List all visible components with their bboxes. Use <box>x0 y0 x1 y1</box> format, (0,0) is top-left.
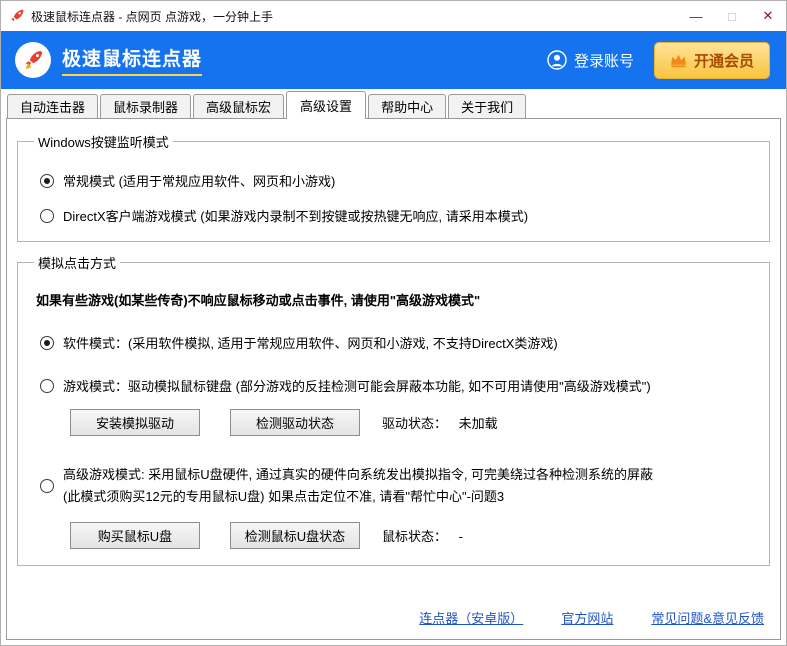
driver-status: 驱动状态： 未加载 <box>382 413 498 432</box>
app-header: 极速鼠标连点器 登录账号 <box>1 31 786 89</box>
app-window: 极速鼠标连点器 - 点网页 点游戏，一分钟上手 — □ ✕ 极速鼠标连点器 <box>0 0 787 646</box>
buy-mouse-usb-button[interactable]: 购买鼠标U盘 <box>70 522 200 549</box>
titlebar-left: 极速鼠标连点器 - 点网页 点游戏，一分钟上手 <box>9 8 273 25</box>
crown-icon <box>670 53 687 68</box>
login-label: 登录账号 <box>574 50 634 71</box>
tab-mouse-recorder[interactable]: 鼠标录制器 <box>100 94 191 118</box>
vip-label: 开通会员 <box>694 50 754 71</box>
radio-icon <box>40 336 54 350</box>
radio-normal-mode[interactable]: 常规模式 (适用于常规应用软件、网页和小游戏) <box>40 171 755 190</box>
mouse-status: 鼠标状态： - <box>382 526 463 545</box>
rocket-logo-icon <box>15 42 51 78</box>
titlebar: 极速鼠标连点器 - 点网页 点游戏，一分钟上手 — □ ✕ <box>1 1 786 31</box>
tab-about-us[interactable]: 关于我们 <box>448 94 526 118</box>
minimize-button[interactable]: — <box>678 1 714 31</box>
game-mode-notice: 如果有些游戏(如某些传奇)不响应鼠标移动或点击事件, 请使用"高级游戏模式" <box>36 290 755 309</box>
radio-normal-mode-label: 常规模式 (适用于常规应用软件、网页和小游戏) <box>63 171 335 190</box>
mouse-status-value: - <box>459 529 463 544</box>
driver-status-value: 未加载 <box>459 416 498 431</box>
login-account-button[interactable]: 登录账号 <box>547 50 634 71</box>
brand: 极速鼠标连点器 <box>15 42 202 78</box>
header-actions: 登录账号 开通会员 <box>547 42 770 79</box>
tab-help-center[interactable]: 帮助中心 <box>368 94 446 118</box>
advanced-mode-line1: 高级游戏模式: 采用鼠标U盘硬件, 通过真实的硬件向系统发出模拟指令, 可完美绕… <box>63 464 653 486</box>
mouse-status-label: 鼠标状态： <box>382 529 447 544</box>
app-name: 极速鼠标连点器 <box>62 44 202 76</box>
check-driver-status-button[interactable]: 检测驱动状态 <box>230 409 360 436</box>
radio-directx-mode[interactable]: DirectX客户端游戏模式 (如果游戏内录制不到按键或按热键无响应, 请采用本… <box>40 206 755 225</box>
close-button[interactable]: ✕ <box>750 1 786 31</box>
install-driver-button[interactable]: 安装模拟驱动 <box>70 409 200 436</box>
window-controls: — □ ✕ <box>678 1 786 31</box>
radio-game-mode[interactable]: 游戏模式：驱动模拟鼠标键盘 (部分游戏的反挂检测可能会屏蔽本功能, 如不可用请使… <box>40 376 755 395</box>
radio-icon <box>40 209 54 223</box>
footer-links: 连点器（安卓版） 官方网站 常见问题&意见反馈 <box>419 608 764 627</box>
link-android-clicker[interactable]: 连点器（安卓版） <box>419 608 523 627</box>
radio-icon <box>40 174 54 188</box>
radio-directx-mode-label: DirectX客户端游戏模式 (如果游戏内录制不到按键或按热键无响应, 请采用本… <box>63 206 528 225</box>
radio-icon <box>40 379 54 393</box>
app-icon <box>9 8 25 24</box>
check-mouse-usb-status-button[interactable]: 检测鼠标U盘状态 <box>230 522 360 549</box>
link-faq-feedback[interactable]: 常见问题&意见反馈 <box>651 608 764 627</box>
advanced-mode-line2: (此模式须购买12元的专用鼠标U盘) 如果点击定位不准, 请看"帮忙中心"-问题… <box>63 486 653 508</box>
advanced-mode-text: 高级游戏模式: 采用鼠标U盘硬件, 通过真实的硬件向系统发出模拟指令, 可完美绕… <box>63 464 653 508</box>
link-official-site[interactable]: 官方网站 <box>561 608 613 627</box>
tab-page-advanced-settings: Windows按键监听模式 常规模式 (适用于常规应用软件、网页和小游戏) Di… <box>6 118 781 640</box>
window-title: 极速鼠标连点器 - 点网页 点游戏，一分钟上手 <box>31 8 273 25</box>
driver-status-label: 驱动状态： <box>382 416 447 431</box>
tabstrip: 自动连击器 鼠标录制器 高级鼠标宏 高级设置 帮助中心 关于我们 <box>1 89 786 118</box>
group-simulated-click-method: 模拟点击方式 如果有些游戏(如某些传奇)不响应鼠标移动或点击事件, 请使用"高级… <box>17 253 770 566</box>
group-title-click-method: 模拟点击方式 <box>34 253 120 272</box>
usb-actions-row: 购买鼠标U盘 检测鼠标U盘状态 鼠标状态： - <box>70 522 755 549</box>
maximize-button[interactable]: □ <box>714 1 750 31</box>
open-vip-button[interactable]: 开通会员 <box>654 42 770 79</box>
tab-auto-clicker[interactable]: 自动连击器 <box>7 94 98 118</box>
radio-icon <box>40 479 54 493</box>
radio-advanced-game-mode[interactable]: 高级游戏模式: 采用鼠标U盘硬件, 通过真实的硬件向系统发出模拟指令, 可完美绕… <box>40 464 755 508</box>
tab-advanced-settings[interactable]: 高级设置 <box>286 91 366 119</box>
driver-actions-row: 安装模拟驱动 检测驱动状态 驱动状态： 未加载 <box>70 409 755 436</box>
radio-software-mode[interactable]: 软件模式：(采用软件模拟, 适用于常规应用软件、网页和小游戏, 不支持Direc… <box>40 333 755 352</box>
group-windows-key-listen-mode: Windows按键监听模式 常规模式 (适用于常规应用软件、网页和小游戏) Di… <box>17 132 770 242</box>
radio-game-mode-label: 游戏模式：驱动模拟鼠标键盘 (部分游戏的反挂检测可能会屏蔽本功能, 如不可用请使… <box>63 376 651 395</box>
tab-advanced-macro[interactable]: 高级鼠标宏 <box>193 94 284 118</box>
group-title-listen-mode: Windows按键监听模式 <box>34 132 173 151</box>
user-icon <box>547 50 567 70</box>
radio-software-mode-label: 软件模式：(采用软件模拟, 适用于常规应用软件、网页和小游戏, 不支持Direc… <box>63 333 558 352</box>
